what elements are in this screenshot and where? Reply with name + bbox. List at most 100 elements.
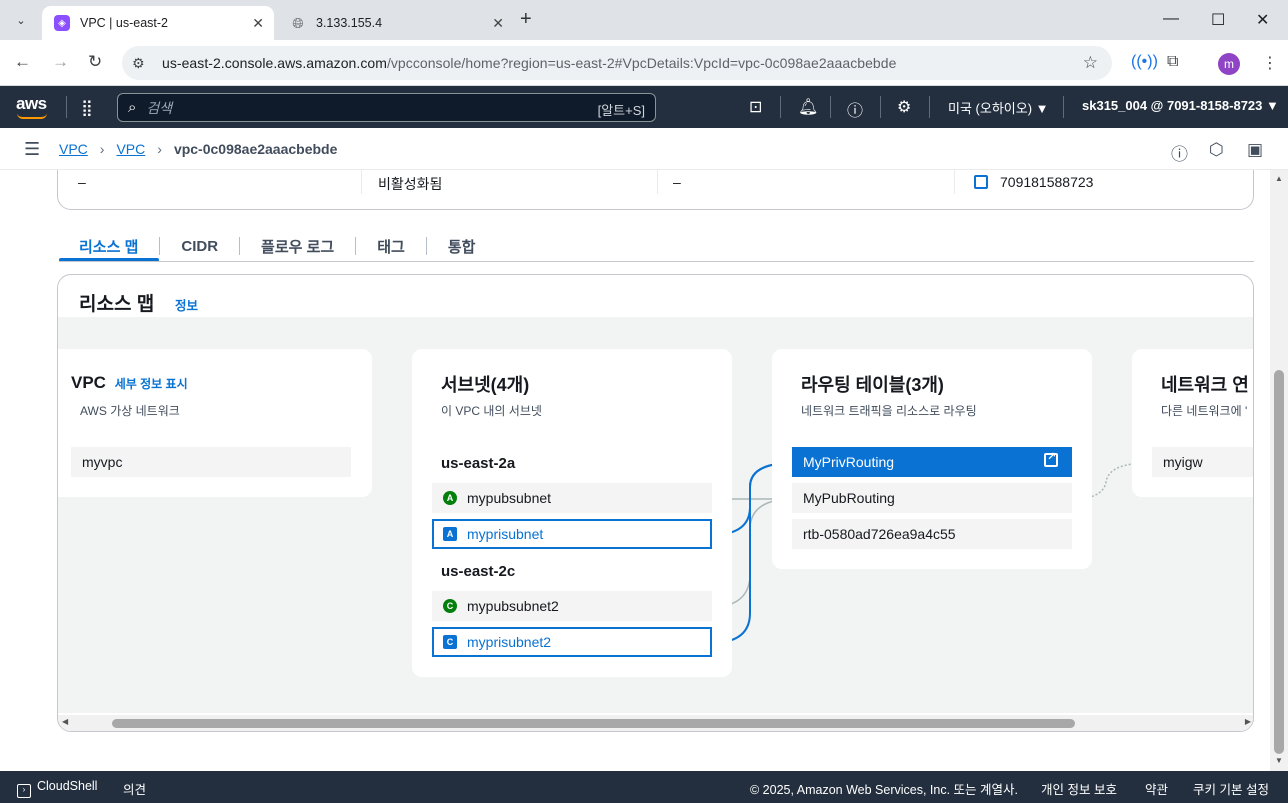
cloudshell-icon[interactable]: ⊡ (749, 97, 762, 117)
copy-icon[interactable] (974, 175, 988, 189)
browser-tab-vpc[interactable]: ◈ VPC | us-east-2 ✕ (42, 6, 274, 40)
detail-value: – (78, 174, 86, 190)
reload-icon[interactable]: ↻ (88, 52, 102, 72)
az-label: us-east-2c (441, 563, 516, 580)
subnet-item[interactable]: Amyprisubnet (432, 519, 712, 549)
scrollbar-thumb[interactable] (112, 719, 1075, 728)
minimize-icon[interactable]: — (1163, 10, 1179, 28)
help-icon[interactable]: ⓘ (847, 97, 863, 121)
az-label: us-east-2a (441, 455, 516, 472)
details-tabs: 리소스 맵 CIDR 플로우 로그 태그 통합 (59, 230, 496, 262)
url-host: us-east-2.console.aws.amazon.com (162, 55, 387, 71)
window-close-icon[interactable]: ✕ (1256, 10, 1269, 30)
resource-map-title: 리소스 맵 (79, 294, 155, 315)
cloudshell-icon: › (17, 784, 31, 798)
owner-id: 709181588723 (974, 174, 1093, 190)
bell-icon[interactable]: 🔔︎ (798, 97, 818, 117)
address-bar-row: ← → ↻ ⚙ us-east-2.console.aws.amazon.com… (0, 40, 1288, 86)
tab-resource-map[interactable]: 리소스 맵 (59, 230, 160, 262)
vpc-heading: VPC 세부 정보 표시 (71, 373, 188, 392)
privacy-link[interactable]: 개인 정보 보호 (1041, 779, 1117, 798)
route-table-item[interactable]: MyPubRouting (792, 483, 1072, 513)
aws-top-nav: aws ⣿ ⌕ 검색 [알트+S] ⊡ 🔔︎ ⓘ ⚙ 미국 (오하이오) ▼ s… (0, 86, 1288, 128)
subnets-panel: 서브넷(4개) 이 VPC 내의 서브넷 us-east-2a Amypubsu… (412, 349, 732, 677)
subnets-subtitle: 이 VPC 내의 서브넷 (441, 404, 542, 418)
account-menu[interactable]: sk315_004 @ 7091-8158-8723 ▼ (1082, 98, 1279, 113)
hamburger-menu-icon[interactable]: ☰ (24, 139, 40, 160)
tab-title: 3.133.155.4 (316, 16, 383, 30)
subnet-item[interactable]: Cmyprisubnet2 (432, 627, 712, 657)
main-content: – 비활성화됨 – 709181588723 리소스 맵 CIDR 플로우 로그… (0, 170, 1270, 771)
resource-map-canvas: VPC 세부 정보 표시 AWS 가상 네트워크 myvpc 서브넷(4개) 이… (58, 317, 1253, 713)
terms-link[interactable]: 약관 (1145, 779, 1168, 798)
scroll-up-icon[interactable]: ▲ (1275, 174, 1283, 183)
vpc-details-card: – 비활성화됨 – 709181588723 (57, 170, 1254, 210)
resource-map-card: 리소스 맵 정보 VPC 세부 정보 표시 AWS 가상 네트워크 myvpc … (57, 274, 1254, 732)
tab-title: VPC | us-east-2 (80, 16, 169, 30)
close-tab-icon[interactable]: ✕ (252, 15, 264, 32)
browser-tab-ip[interactable]: 🌐︎ 3.133.155.4 ✕ (278, 6, 514, 40)
forward-icon[interactable]: → (52, 52, 69, 72)
subnet-item[interactable]: Amypubsubnet (432, 483, 712, 513)
breadcrumb: VPC › VPC › vpc-0c098ae2aaacbebde (59, 141, 337, 157)
detail-value: 비활성화됨 (378, 176, 443, 192)
scrollbar-thumb[interactable] (1274, 370, 1284, 754)
close-tab-icon[interactable]: ✕ (492, 15, 504, 32)
vpc-panel: VPC 세부 정보 표시 AWS 가상 네트워크 myvpc (58, 349, 372, 497)
subnet-item[interactable]: Cmypubsubnet2 (432, 591, 712, 621)
cloudshell-button[interactable]: › CloudShell (17, 779, 97, 798)
network-connection-item[interactable]: myigw (1152, 447, 1253, 477)
feedback-link[interactable]: 의견 (123, 779, 146, 798)
breadcrumb-vpc-home[interactable]: VPC (59, 141, 88, 157)
breadcrumb-vpc-list[interactable]: VPC (116, 141, 145, 157)
horizontal-scrollbar[interactable]: ◀ ▶ (58, 715, 1253, 731)
cookie-preferences-link[interactable]: 쿠키 기본 설정 (1193, 779, 1269, 798)
profile-avatar[interactable]: m (1218, 53, 1240, 75)
url-input[interactable]: ⚙ us-east-2.console.aws.amazon.com/vpcco… (122, 46, 1112, 80)
public-subnet-badge-icon: A (443, 491, 457, 505)
network-connections-heading: 네트워크 연 (1161, 375, 1249, 395)
route-table-item[interactable]: MyPrivRouting (792, 447, 1072, 477)
site-info-icon[interactable]: ⚙ (132, 55, 158, 72)
tab-search-button[interactable]: ⌄ (8, 8, 34, 32)
tab-flow-logs[interactable]: 플로우 로그 (240, 230, 355, 262)
screen-settings-icon[interactable]: ▣ (1247, 140, 1263, 160)
scroll-down-icon[interactable]: ▼ (1275, 756, 1283, 765)
maximize-icon[interactable]: ☐ (1211, 10, 1225, 30)
search-shortcut: [알트+S] (597, 103, 645, 118)
route-table-item[interactable]: rtb-0580ad726ea9a4c55 (792, 519, 1072, 549)
route-tables-panel: 라우팅 테이블(3개) 네트워크 트래픽을 리소스로 라우팅 MyPrivRou… (772, 349, 1092, 569)
private-subnet-badge-icon: C (443, 635, 457, 649)
back-icon[interactable]: ← (14, 52, 31, 72)
browser-tab-bar: ⌄ ◈ VPC | us-east-2 ✕ 🌐︎ 3.133.155.4 ✕ +… (0, 0, 1288, 40)
info-link[interactable]: 정보 (175, 295, 198, 314)
aws-logo[interactable]: aws (16, 94, 47, 119)
show-details-link[interactable]: 세부 정보 표시 (115, 377, 188, 391)
new-tab-button[interactable]: + (520, 8, 532, 31)
vpc-subtitle: AWS 가상 네트워크 (80, 404, 180, 418)
hexagon-icon[interactable]: ⬡ (1209, 140, 1224, 160)
extension-icon[interactable]: ((•)) (1131, 53, 1158, 71)
scroll-left-icon[interactable]: ◀ (62, 717, 68, 726)
vertical-scrollbar[interactable]: ▲ ▼ (1270, 170, 1288, 771)
extensions-puzzle-icon[interactable]: ⧉ (1167, 53, 1178, 71)
route-tables-heading: 라우팅 테이블(3개) (801, 375, 944, 395)
search-input[interactable]: ⌕ 검색 [알트+S] (117, 93, 656, 122)
tab-integrations[interactable]: 통합 (427, 230, 497, 262)
scroll-right-icon[interactable]: ▶ (1245, 717, 1251, 726)
url-path: /vpcconsole/home?region=us-east-2#VpcDet… (386, 55, 897, 71)
services-grid-icon[interactable]: ⣿ (81, 98, 93, 118)
tab-cidr[interactable]: CIDR (160, 230, 239, 262)
info-icon[interactable]: ⓘ (1171, 140, 1188, 165)
browser-menu-icon[interactable]: ⋮ (1262, 53, 1278, 73)
network-connections-panel: 네트워크 연 다른 네트워크에 ' myigw (1132, 349, 1253, 497)
console-footer: › CloudShell 의견 © 2025, Amazon Web Servic… (0, 771, 1288, 803)
private-subnet-badge-icon: A (443, 527, 457, 541)
gear-icon[interactable]: ⚙ (897, 97, 911, 117)
tab-tags[interactable]: 태그 (356, 230, 426, 262)
vpc-item[interactable]: myvpc (71, 447, 351, 477)
external-link-icon[interactable] (1044, 450, 1058, 467)
region-selector[interactable]: 미국 (오하이오) ▼ (948, 98, 1049, 117)
network-connections-subtitle: 다른 네트워크에 ' (1161, 404, 1248, 418)
bookmark-star-icon[interactable]: ☆ (1083, 53, 1098, 73)
